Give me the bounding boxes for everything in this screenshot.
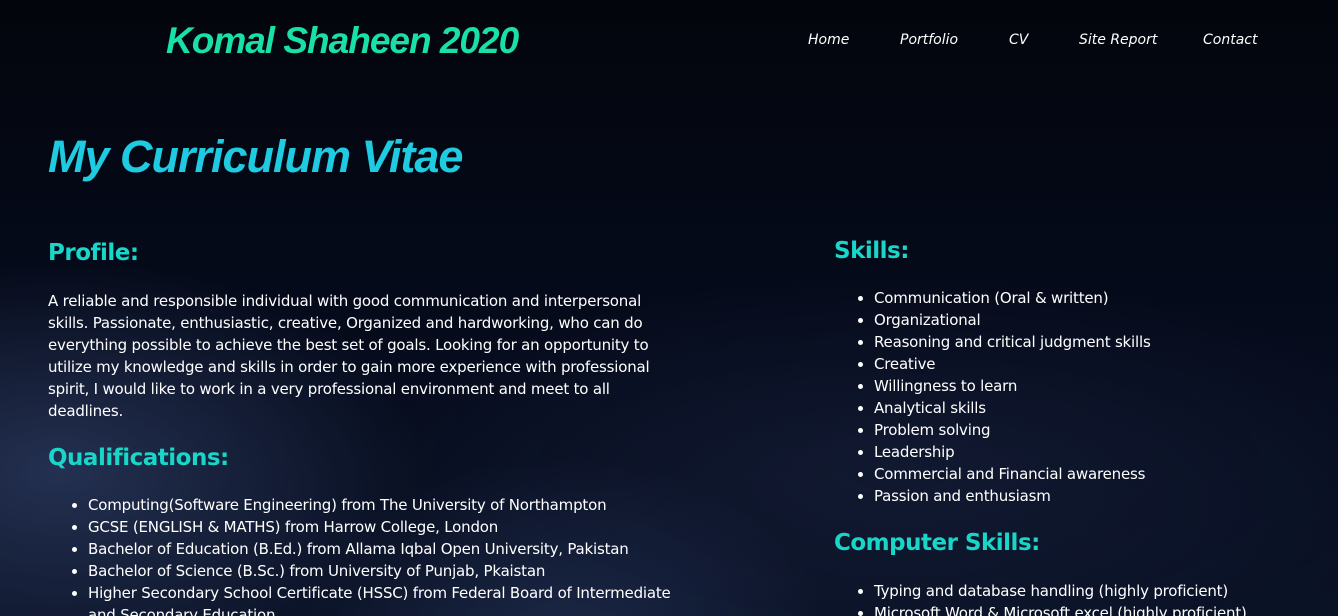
- computer-skill-item: Microsoft Word & Microsoft excel (highly…: [874, 602, 1334, 616]
- skills-heading: Skills:: [834, 238, 909, 264]
- skill-item: Leadership: [874, 441, 1334, 463]
- qualification-item: GCSE (ENGLISH & MATHS) from Harrow Colle…: [88, 516, 688, 538]
- computer-skill-item: Typing and database handling (highly pro…: [874, 580, 1334, 602]
- computer-skills-heading: Computer Skills:: [834, 530, 1040, 556]
- nav-link-contact[interactable]: Contact: [1203, 32, 1257, 48]
- qualification-item: Bachelor of Education (B.Ed.) from Allam…: [88, 538, 688, 560]
- profile-heading: Profile:: [48, 240, 139, 266]
- skills-list: Communication (Oral & written) Organizat…: [834, 287, 1334, 507]
- nav-link-portfolio[interactable]: Portfolio: [900, 32, 958, 48]
- skill-item: Analytical skills: [874, 397, 1334, 419]
- nav-link-site-report[interactable]: Site Report: [1079, 32, 1157, 48]
- skill-item: Organizational: [874, 309, 1334, 331]
- page-title: My Curriculum Vitae: [48, 131, 463, 182]
- qualification-item: Computing(Software Engineering) from The…: [88, 494, 688, 516]
- skill-item: Willingness to learn: [874, 375, 1334, 397]
- qualification-item: Higher Secondary School Certificate (HSS…: [88, 582, 688, 616]
- skill-item: Creative: [874, 353, 1334, 375]
- qualification-item: Bachelor of Science (B.Sc.) from Univers…: [88, 560, 688, 582]
- skill-item: Passion and enthusiasm: [874, 485, 1334, 507]
- skill-item: Commercial and Financial awareness: [874, 463, 1334, 485]
- nav-link-home[interactable]: Home: [808, 32, 849, 48]
- computer-skills-list: Typing and database handling (highly pro…: [834, 580, 1334, 616]
- nav-link-cv[interactable]: CV: [1009, 32, 1028, 48]
- skill-item: Communication (Oral & written): [874, 287, 1334, 309]
- skill-item: Reasoning and critical judgment skills: [874, 331, 1334, 353]
- qualifications-list: Computing(Software Engineering) from The…: [48, 494, 688, 616]
- qualifications-heading: Qualifications:: [48, 445, 229, 471]
- profile-text: A reliable and responsible individual wi…: [48, 292, 650, 420]
- main-nav: Home Portfolio CV Site Report Contact: [0, 32, 1338, 54]
- skill-item: Problem solving: [874, 419, 1334, 441]
